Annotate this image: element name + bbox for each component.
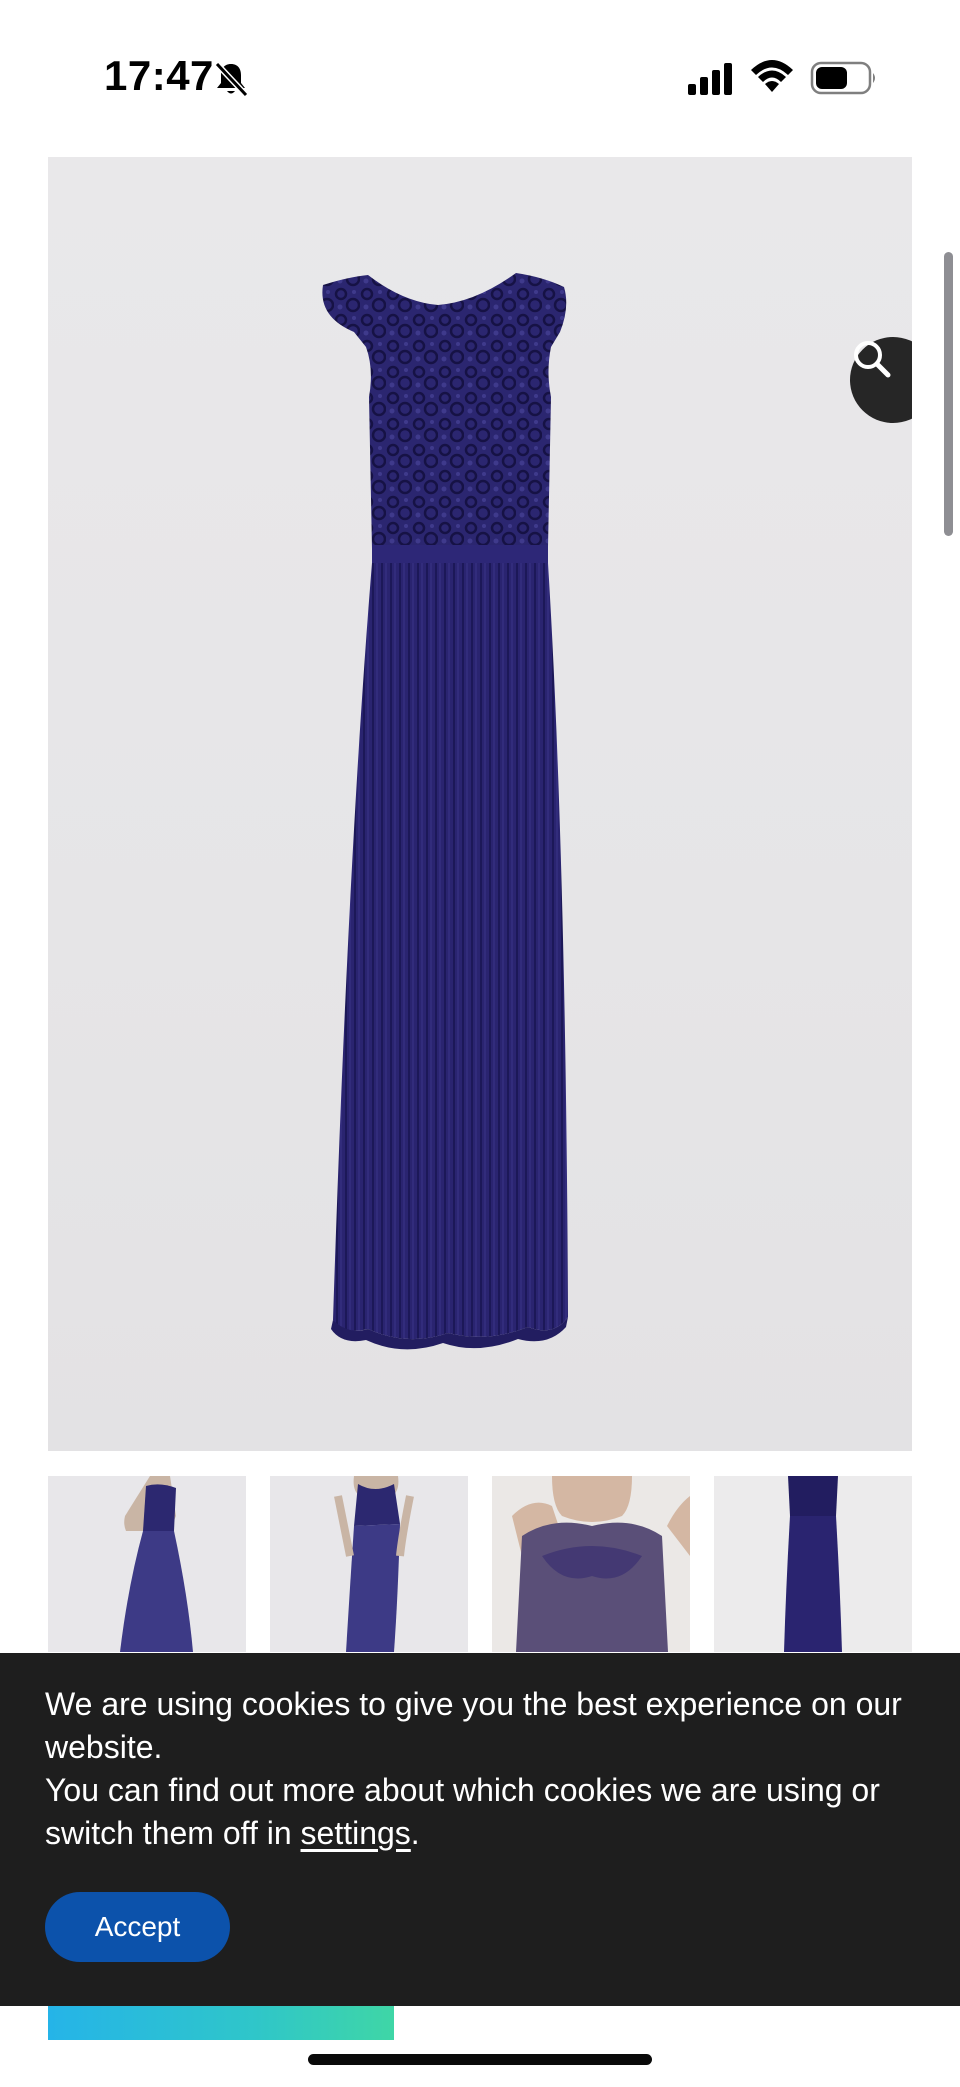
cookie-message: We are using cookies to give you the bes… bbox=[45, 1683, 925, 1855]
thumbnail-model-front-view[interactable] bbox=[270, 1476, 468, 1652]
bell-slash-icon bbox=[214, 61, 249, 98]
thumbnail-lace-bodice-closeup[interactable] bbox=[492, 1476, 690, 1652]
scroll-indicator[interactable] bbox=[944, 252, 953, 536]
status-time: 17:47 bbox=[104, 52, 214, 99]
cellular-signal-icon bbox=[688, 63, 732, 95]
status-bar: 17:47 bbox=[0, 0, 960, 150]
battery-icon bbox=[810, 61, 875, 95]
product-page: 17:47 We are using cookies to give you t… bbox=[0, 0, 960, 2087]
dress-illustration bbox=[322, 273, 568, 1350]
home-indicator[interactable] bbox=[308, 2054, 652, 2065]
wifi-icon bbox=[751, 60, 793, 92]
thumbnail-dress-flat[interactable] bbox=[714, 1476, 912, 1652]
search-icon bbox=[854, 341, 891, 378]
cookie-banner: We are using cookies to give you the bes… bbox=[0, 1653, 960, 2006]
product-main-image[interactable] bbox=[48, 157, 912, 1451]
cookie-settings-link[interactable]: settings bbox=[301, 1815, 411, 1851]
cookie-message-line2: You can find out more about which cookie… bbox=[45, 1772, 880, 1851]
thumbnail-model-back-view[interactable] bbox=[48, 1476, 246, 1652]
accept-cookies-button[interactable]: Accept bbox=[45, 1892, 230, 1962]
cookie-message-period: . bbox=[410, 1815, 420, 1851]
cookie-message-line1: We are using cookies to give you the bes… bbox=[45, 1686, 902, 1765]
